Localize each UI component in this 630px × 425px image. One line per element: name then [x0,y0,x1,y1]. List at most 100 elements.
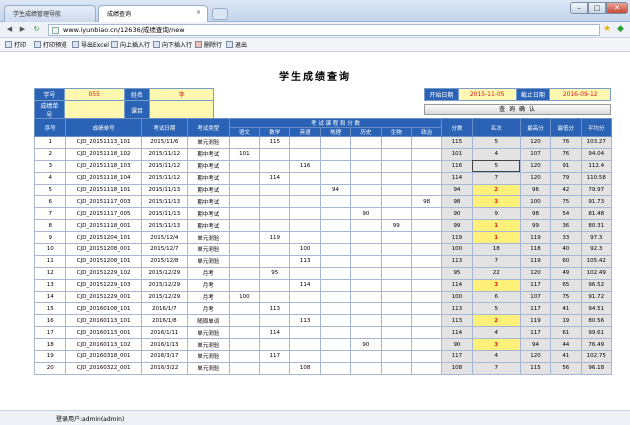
reload-icon[interactable]: ↻ [31,24,42,35]
cell-subject-score [410,338,443,352]
cell-subject-score [228,136,261,149]
table-row[interactable]: 8 CJD_20151118_001 2015/11/13 期中考试 99 99 1 99 36… [33,219,612,233]
cell-subject-score [228,278,261,292]
table-row[interactable]: 19 CJD_20160318_001 2016/3/17 单元测验 117 117 4 12… [33,350,612,363]
query-confirm-button[interactable]: 查 询 确 认 [424,104,611,115]
delete-row-button[interactable]: 删除行 [195,41,222,50]
print-button[interactable]: 打印 [5,41,26,50]
cell-record-no: CJD_20151229_102 [65,266,142,280]
table-row[interactable]: 3 CJD_20151118_103 2015/11/12 期中考试 116 116 5 12… [33,159,612,173]
cell-record-no: CJD_20151204_101 [65,231,142,245]
cell-min: 75 [550,195,582,209]
table-row[interactable]: 15 CJD_20160108_101 2016/1/7 月考 113 113 5 117 41… [33,302,612,316]
tab-student-nav[interactable]: 学生成绩管理导航 [4,5,96,22]
cell-subject-score [410,231,443,245]
cell-subject-score [228,302,261,316]
cell-date: 2016/1/11 [140,326,188,340]
table-row[interactable]: 12 CJD_20151229_102 2015/12/29 月考 95 95 22 120 4… [33,266,612,280]
table-row[interactable]: 13 CJD_20151229_103 2015/12/29 月考 114 114 3 117… [33,278,612,292]
cell-subject-score [350,326,382,340]
cell-subject-score [350,278,382,292]
col-type: 考试类型 [186,118,230,137]
cell-avg: 80.31 [580,219,612,233]
col-subject: 生物 [380,127,412,137]
toolbar-label: 打印预览 [43,42,68,49]
cell-score: 95 [441,266,473,280]
settings-menu-icon[interactable]: ◆ [617,24,624,35]
cell-subject-score [228,338,261,352]
cell-min: 76 [550,136,582,149]
cell-subject-score [259,183,291,197]
table-row[interactable]: 1 CJD_20151113_101 2015/11/6 单元测验 115 115 5 120… [33,136,612,149]
cell-subject-score [410,302,443,316]
cell-type: 期中考试 [186,159,230,173]
start-date-label: 开始日期 [424,88,459,101]
course-field[interactable] [149,100,214,120]
cell-rank: 6 [471,290,521,304]
table-row[interactable]: 20 CJD_20160322_001 2016/3/22 单元测验 108 108 7 11… [33,361,612,375]
cell-score: 90 [441,207,473,221]
table-row[interactable]: 17 CJD_20160113_001 2016/1/11 单元测验 114 114 4 11… [33,326,612,340]
cell-subject-score [410,159,443,173]
export-excel-button[interactable]: 导出Excel [72,41,109,50]
cell-subject-score [319,278,352,292]
col-subject: 政治 [410,127,443,137]
exit-button[interactable]: 退出 [226,41,247,50]
report-content: 学生成绩查询 学号 055 姓名 李 成绩单号 课目 开始日期 2015-11-… [0,52,630,410]
insert-below-button[interactable]: 向下插入行 [153,41,192,50]
table-row[interactable]: 4 CJD_20151118_104 2015/11/12 期中考试 114 114 7 12… [33,171,612,185]
cell-subject-score [319,147,352,161]
cell-type: 月考 [186,290,230,304]
cell-subject-score [228,219,261,233]
cell-subject-score [319,290,352,304]
start-date-field[interactable]: 2015-11-05 [457,88,517,101]
table-row[interactable]: 9 CJD_20151204_101 2015/12/4 单元测验 119 119 1 119… [33,231,612,245]
cell-subject-score [380,243,412,256]
minimize-button[interactable]: – [570,2,588,14]
table-row[interactable]: 5 CJD_20151118_101 2015/11/13 期中考试 94 94 2 96 42… [33,183,612,197]
table-row[interactable]: 2 CJD_20151118_102 2015/11/12 期中考试 101 101 4 10… [33,147,612,161]
print-preview-button[interactable]: 打印预览 [34,41,67,50]
table-row[interactable]: 14 CJD_20151229_001 2015/12/29 月考 100 100 6 107… [33,290,612,304]
col-subject: 语文 [228,127,261,137]
cell-index: 20 [33,361,67,375]
cell-score: 101 [441,147,473,161]
table-row[interactable]: 6 CJD_20151117_003 2015/11/13 期中考试 98 98 3 100 7… [33,195,612,209]
end-date-field[interactable]: 2016-09-12 [549,88,611,101]
cell-avg: 80.56 [580,314,612,328]
cell-record-no: CJD_20151118_102 [65,147,142,161]
cell-subject-score [319,159,352,173]
cell-subject-score [350,195,382,209]
cell-max: 120 [519,136,552,149]
forward-icon[interactable]: ▶ [17,24,28,35]
insert-above-button[interactable]: 向上插入行 [111,41,150,50]
cell-date: 2015/12/29 [140,290,188,304]
cell-subject-score [289,302,321,316]
close-tab-icon[interactable]: × [196,9,201,16]
tab-score-query[interactable]: 成绩查询 × [98,5,208,22]
cell-subject-score [319,350,352,363]
cell-date: 2015/11/12 [140,147,188,161]
cell-index: 12 [33,266,67,280]
table-row[interactable]: 16 CJD_20160113_101 2016/1/8 随周单词 113 113 2 119… [33,314,612,328]
name-field[interactable]: 李 [149,88,214,101]
cell-index: 18 [33,338,67,352]
cell-index: 17 [33,326,67,340]
table-row[interactable]: 11 CJD_20151208_101 2015/12/8 单元测验 113 113 7 11… [33,254,612,268]
cell-subject-score [228,231,261,245]
bookmark-star-icon[interactable]: ★ [603,24,611,35]
maximize-button[interactable]: □ [588,2,606,14]
cell-max: 119 [519,254,552,268]
record-no-field[interactable] [63,100,125,120]
cell-min: 33 [550,231,582,245]
table-row[interactable]: 18 CJD_20160113_102 2016/1/13 单元测验 90 90 3 94 44… [33,338,612,352]
close-window-button[interactable]: ✕ [606,2,628,14]
url-input[interactable]: www.iyunbiao.cn/12636/成绩查询/new [48,24,600,36]
cell-subject-score: 95 [259,266,291,280]
back-icon[interactable]: ◀ [4,24,15,35]
student-no-field[interactable]: 055 [63,88,125,101]
table-row[interactable]: 7 CJD_20151117_005 2015/11/13 期中考试 90 90 9 98 54… [33,207,612,221]
new-tab-button[interactable] [212,8,228,20]
table-row[interactable]: 10 CJD_20151208_001 2015/12/7 单元测验 100 100 18 1… [33,243,612,256]
cell-subject-score [259,195,291,209]
